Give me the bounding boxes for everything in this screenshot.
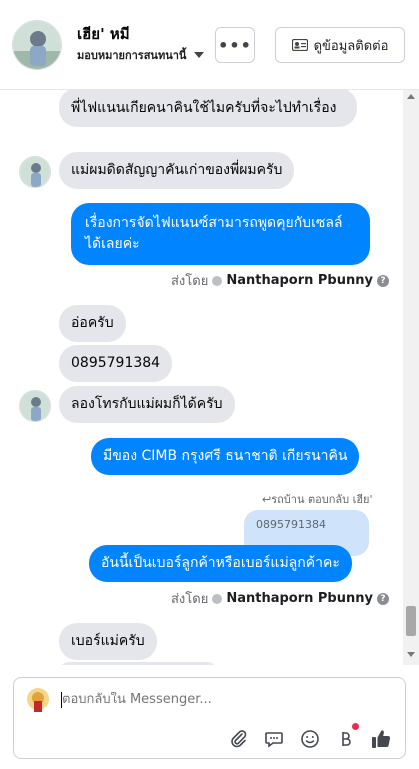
reply-icon: ↩ <box>262 493 272 506</box>
incoming-message: อ่อครับ <box>59 305 126 342</box>
sender-name: Nanthaporn Pbunny <box>226 273 373 288</box>
conversation-header: เฮีย' หมี มอบหมายการสนทนานี้ ••• ดูข้อมู… <box>0 0 419 90</box>
payment-icon[interactable] <box>334 728 356 750</box>
sent-by-label: ส่งโดย <box>171 274 209 289</box>
more-button[interactable]: ••• <box>215 27 255 63</box>
outgoing-message: อันนี้เป็นเบอร์ลูกค้าหรือเบอร์แม่ลูกค้าค… <box>89 545 352 582</box>
assign-label: มอบหมายการสนทนานี้ <box>77 49 187 62</box>
scrollbar-thumb[interactable] <box>406 606 416 636</box>
attach-icon[interactable] <box>228 728 250 750</box>
notification-dot <box>352 723 359 730</box>
contact-card-icon <box>291 39 308 51</box>
check-icon <box>212 275 223 286</box>
message-composer <box>13 677 406 759</box>
scroll-up-arrow-icon[interactable] <box>407 94 415 99</box>
scroll-down-arrow-icon[interactable] <box>407 652 415 657</box>
incoming-message-partial <box>59 662 217 665</box>
contact-avatar[interactable] <box>12 20 62 70</box>
reply-indicator: ↩รถบ้าน ตอบกลับ เฮีย' <box>262 493 373 506</box>
scrollbar[interactable] <box>403 90 419 665</box>
check-icon <box>212 593 223 604</box>
outgoing-message: เรื่องการจัดไฟแนนซ์สามารถพูดคุยกับเซลล์ไ… <box>71 203 370 265</box>
saved-reply-icon[interactable] <box>263 728 285 750</box>
sent-by-label: ส่งโดย <box>171 592 209 607</box>
view-contact-info-label: ดูข้อมูลติดต่อ <box>313 38 389 54</box>
contact-avatar-small <box>19 156 51 188</box>
outgoing-message: มีของ CIMB กรุงศรี ธนาชาติ เกียรนาคิน <box>91 438 360 475</box>
incoming-message: เบอร์แม่ครับ <box>59 623 157 660</box>
like-icon[interactable] <box>370 728 392 750</box>
view-contact-info-button[interactable]: ดูข้อมูลติดต่อ <box>275 27 405 63</box>
help-icon[interactable]: ? <box>376 592 389 605</box>
emoji-icon[interactable] <box>299 728 321 750</box>
help-icon[interactable]: ? <box>376 274 389 287</box>
sent-by-info: ส่งโดย Nanthaporn Pbunny ? <box>171 588 389 609</box>
incoming-message: พี่ไฟแนนเกียคนาคินใช้ไมครับที่จะไปทำเรื่… <box>59 90 357 127</box>
sent-by-info: ส่งโดย Nanthaporn Pbunny ? <box>171 270 389 291</box>
chevron-down-icon <box>194 52 205 58</box>
message-thread[interactable]: พี่ไฟแนนเกียคนาคินใช้ไมครับที่จะไปทำเรื่… <box>0 90 419 665</box>
sender-name: Nanthaporn Pbunny <box>226 591 373 606</box>
more-icon: ••• <box>218 35 252 55</box>
page-avatar <box>23 686 53 716</box>
incoming-message: แม่ผมดิดสัญญาคันเก่าของพี่ผมครับ <box>59 152 295 189</box>
incoming-message: 0895791384 <box>59 345 173 382</box>
contact-name[interactable]: เฮีย' หมี <box>77 22 130 46</box>
incoming-message: ลองโทรกับแม่ผมก็ได้ครับ <box>59 386 235 423</box>
assign-conversation-dropdown[interactable]: มอบหมายการสนทนานี้ <box>77 46 205 64</box>
contact-avatar-small <box>19 390 51 422</box>
reply-input[interactable] <box>62 692 382 707</box>
